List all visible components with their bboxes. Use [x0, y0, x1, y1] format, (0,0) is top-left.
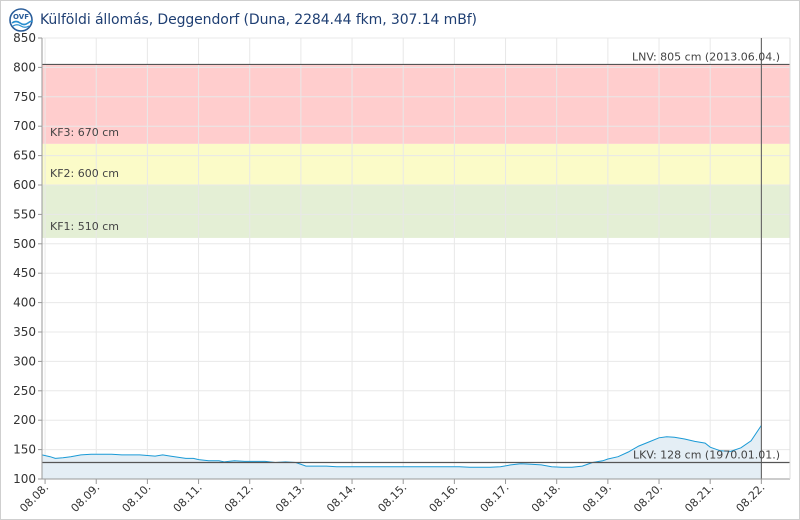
y-tick-label: 700 [13, 119, 36, 133]
y-tick-label: 450 [13, 266, 36, 280]
lnv-label: LNV: 805 cm (2013.06.04.) [632, 50, 780, 63]
zone-label-kf3: KF3: 670 cm [50, 126, 119, 139]
x-axis-ticks: 08.08. 08.09. 08.10. 08.11. 08.12. 08.13. 08.1… [17, 479, 767, 515]
zone-band-1 [42, 185, 790, 238]
x-tick-label: 08.16. [427, 481, 461, 515]
x-tick-label: 08.13. [273, 481, 307, 515]
x-tick-label: 08.19. [580, 481, 614, 515]
lkv-label: LKV: 128 cm (1970.01.01.) [633, 449, 780, 462]
y-tick-label: 500 [13, 237, 36, 251]
y-tick-label: 150 [13, 443, 36, 457]
x-tick-label: 08.22. [734, 481, 768, 515]
zone-band-3 [42, 64, 790, 144]
x-tick-label: 08.15. [375, 481, 409, 515]
y-axis-ticks: 100 150 200 250 300 350 400 450 500 550 600 650 700 7… [13, 31, 42, 486]
x-tick-label: 08.08. [17, 481, 51, 515]
zone-band-2 [42, 143, 790, 185]
y-tick-label: 550 [13, 207, 36, 221]
zone-label-kf1: KF1: 510 cm [50, 220, 119, 233]
x-tick-label: 08.12. [222, 481, 256, 515]
x-tick-label: 08.21. [682, 481, 716, 515]
x-tick-label: 08.10. [120, 481, 154, 515]
y-tick-label: 850 [13, 31, 36, 45]
y-tick-label: 350 [13, 325, 36, 339]
y-tick-label: 300 [13, 354, 36, 368]
x-tick-label: 08.11. [171, 481, 205, 515]
y-tick-label: 600 [13, 178, 36, 192]
y-tick-label: 800 [13, 60, 36, 74]
y-tick-label: 400 [13, 296, 36, 310]
x-tick-label: 08.20. [631, 481, 665, 515]
zone-label-kf2: KF2: 600 cm [50, 167, 119, 180]
x-tick-label: 08.14. [324, 481, 358, 515]
x-tick-label: 08.17. [478, 481, 512, 515]
warning-zones [42, 64, 790, 238]
y-tick-label: 100 [13, 472, 36, 486]
x-tick-label: 08.18. [529, 481, 563, 515]
water-level-chart: 100 150 200 250 300 350 400 450 500 550 600 650 700 7… [13, 31, 791, 515]
y-tick-label: 200 [13, 413, 36, 427]
y-tick-label: 650 [13, 149, 36, 163]
y-tick-label: 750 [13, 90, 36, 104]
x-tick-label: 08.09. [68, 481, 102, 515]
y-tick-label: 250 [13, 384, 36, 398]
